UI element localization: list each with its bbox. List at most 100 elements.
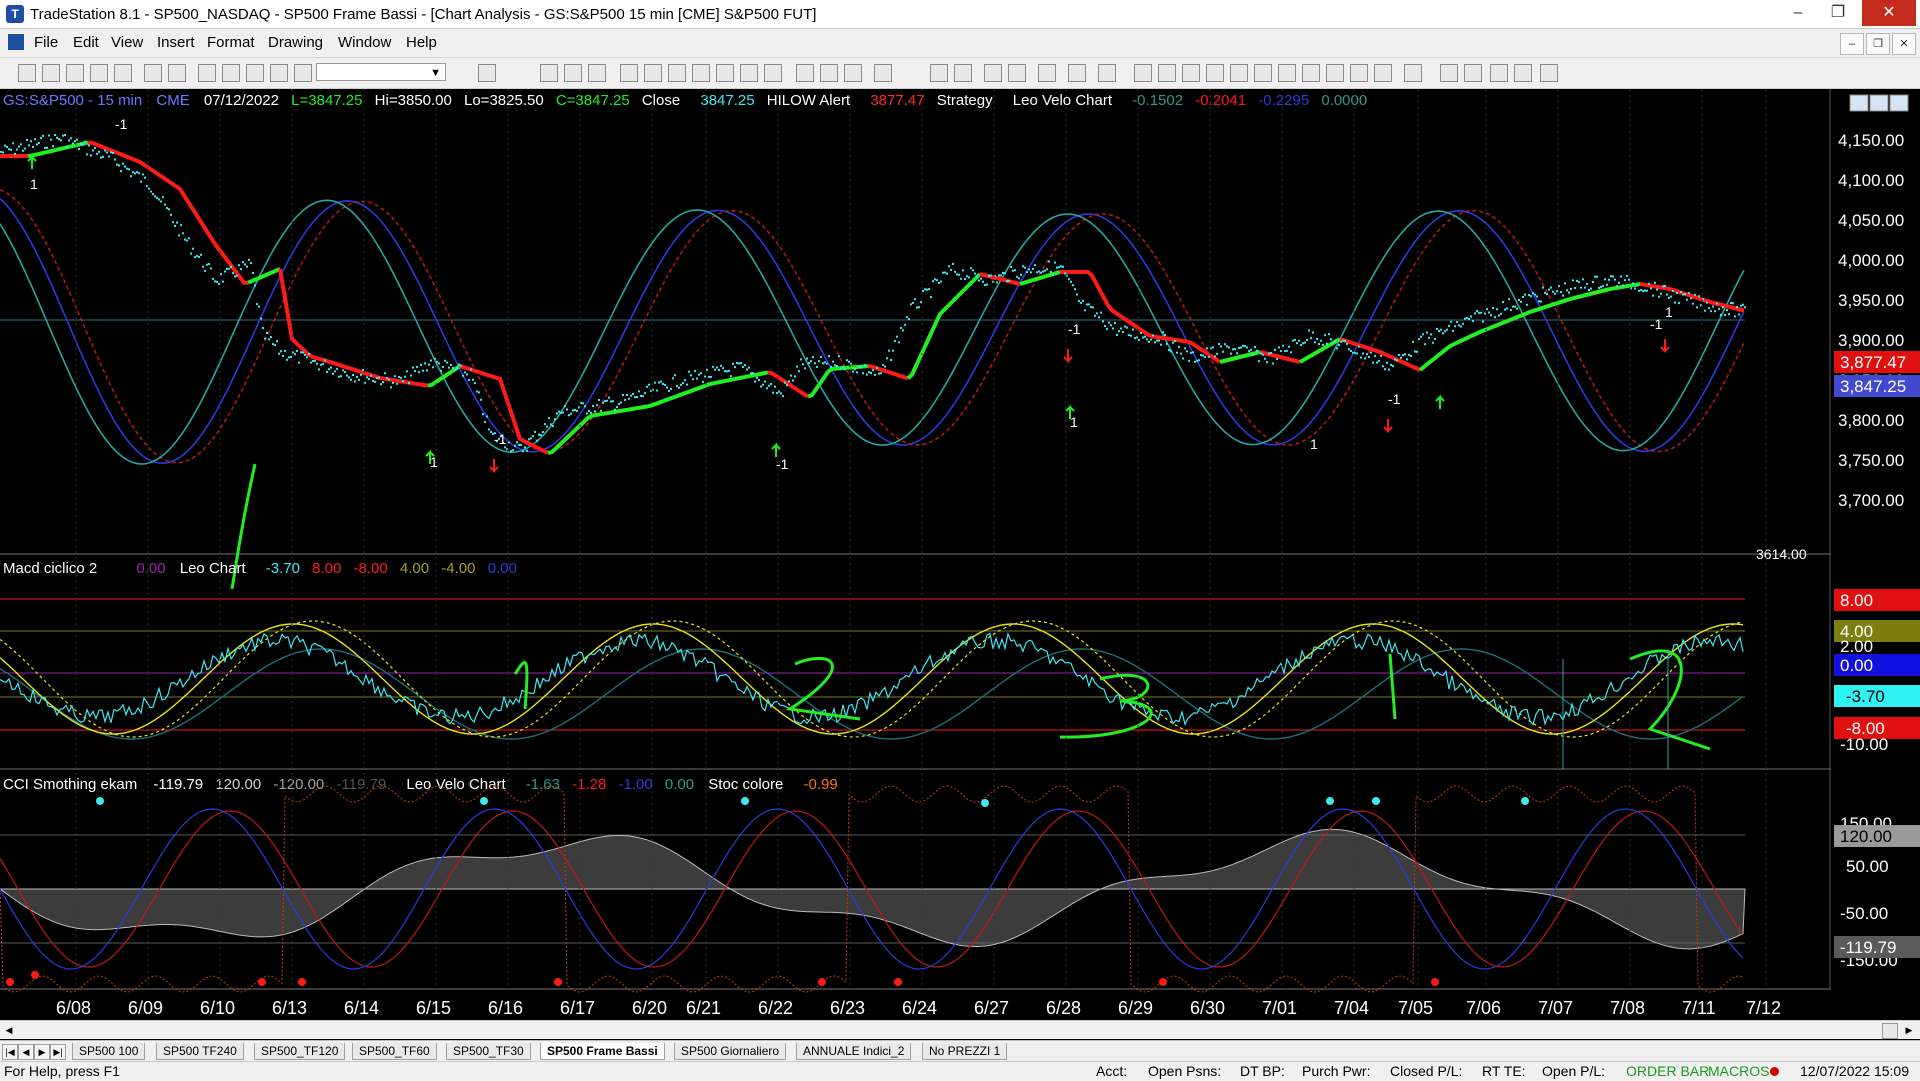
chart-window-icon[interactable] [8,34,24,50]
tab-next-icon[interactable]: ▶ [34,1044,50,1060]
tab-no-prezzi-1[interactable]: No PREZZI 1 [922,1043,1008,1060]
price-bar [78,148,80,150]
grid-icon[interactable] [246,64,264,82]
menu-window[interactable]: Window [338,34,391,51]
price-bar [550,423,552,426]
price-bar [812,356,814,359]
scroll-zoom-icon[interactable] [1882,1023,1898,1039]
tab-sp500-giornaliero[interactable]: SP500 Giornaliero [674,1043,787,1060]
bar-expand-icon[interactable] [844,64,862,82]
symbol-combo[interactable]: ▼ [316,63,446,81]
pen-icon[interactable] [1374,64,1392,82]
tab-sp500-100[interactable]: SP500 100 [72,1043,146,1060]
tab-first-icon[interactable]: |◀ [2,1044,18,1060]
tab-sp500-tf120[interactable]: SP500_TF120 [254,1043,346,1060]
drawing-object-icon[interactable] [1098,64,1116,82]
price-bar [676,385,678,388]
panel-restore-button[interactable] [1869,94,1889,112]
menu-edit[interactable]: Edit [73,34,99,51]
freehand-icon[interactable] [1404,64,1422,82]
minimize-button[interactable]: – [1778,0,1818,26]
insert-showme-icon[interactable] [764,64,782,82]
date-tick: 6/13 [272,998,307,1018]
tools-icon[interactable] [1038,64,1056,82]
pause-icon[interactable] [874,64,892,82]
price-bar [396,382,398,385]
matrix-icon[interactable] [588,64,606,82]
gann-fan-icon[interactable] [1278,64,1296,82]
bar-spacing-icon[interactable] [796,64,814,82]
symbol-lookup-icon[interactable] [478,64,496,82]
scroll-right-icon[interactable]: ▶ [1902,1023,1916,1037]
menu-drawing[interactable]: Drawing [268,34,323,51]
options-icon[interactable] [270,64,288,82]
tab-sp500-tf240[interactable]: SP500 TF240 [156,1043,244,1060]
menu-help[interactable]: Help [406,34,437,51]
macros-icon[interactable] [294,64,312,82]
fibonacci-icon[interactable] [1206,64,1224,82]
menu-format[interactable]: Format [207,34,255,51]
tab-last-icon[interactable]: ▶| [50,1044,66,1060]
doc-restore-button[interactable]: ❐ [1866,33,1890,55]
pointer-icon[interactable] [984,64,1002,82]
crosshair-icon[interactable] [1008,64,1026,82]
macros-button[interactable]: MACROS [1708,1063,1769,1079]
save-all-icon[interactable] [90,64,108,82]
zoom-in-icon[interactable] [930,64,948,82]
tab-sp500-frame-bassi[interactable]: SP500 Frame Bassi [540,1043,665,1060]
layout-icon[interactable] [222,64,240,82]
horizontal-line-icon[interactable] [1182,64,1200,82]
open-icon[interactable] [42,64,60,82]
print-preview-icon[interactable] [144,64,162,82]
trendline-icon[interactable] [1134,64,1152,82]
arrow-down-icon[interactable] [1464,64,1482,82]
cycle-lines-icon[interactable] [1350,64,1368,82]
insert-paintbar-icon[interactable] [740,64,758,82]
scroll-left-icon[interactable]: ◀ [2,1023,16,1037]
arc-icon[interactable] [1326,64,1344,82]
speedline-icon[interactable] [1254,64,1272,82]
radar-screen-icon[interactable] [564,64,582,82]
window-icon[interactable] [198,64,216,82]
rectangle-icon[interactable] [1514,64,1532,82]
arrow-up-icon[interactable] [1440,64,1458,82]
chart-analysis-icon[interactable] [540,64,558,82]
save-icon[interactable] [66,64,84,82]
tab-annuale-indici-2[interactable]: ANNUALE Indici_2 [796,1043,912,1060]
vertical-line-icon[interactable] [1158,64,1176,82]
panel-close-button[interactable] [1889,94,1909,112]
workspace-icon[interactable] [114,64,132,82]
insert-strategy-icon[interactable] [716,64,734,82]
ellipse-icon[interactable] [1490,64,1508,82]
line-chart-icon[interactable] [644,64,662,82]
insert-indicator-icon[interactable] [692,64,710,82]
data-window-icon[interactable] [1068,64,1086,82]
panel-minimize-button[interactable] [1849,94,1869,112]
menu-insert[interactable]: Insert [157,34,195,51]
menu-view[interactable]: View [111,34,143,51]
text-tool-icon[interactable] [1540,64,1558,82]
price-bar [1412,340,1414,343]
price-bar [1174,340,1176,343]
regression-channel-icon[interactable] [1302,64,1320,82]
doc-minimize-button[interactable]: – [1840,33,1864,55]
print-icon[interactable] [168,64,186,82]
chart-canvas[interactable]: GS:S&P500 - 15 min CME 07/12/2022 L=3847… [0,89,1920,1027]
new-icon[interactable] [18,64,36,82]
maximize-button[interactable]: ❐ [1818,0,1858,26]
price-bar [544,423,546,426]
andrews-pitchfork-icon[interactable] [1230,64,1248,82]
bar-compress-icon[interactable] [820,64,838,82]
format-icon[interactable] [668,64,686,82]
order-bar-button[interactable]: ORDER BAR [1626,1063,1709,1079]
menu-file[interactable]: File [34,34,58,51]
tab-sp500-tf60[interactable]: SP500_TF60 [352,1043,437,1060]
tab-prev-icon[interactable]: ◀ [18,1044,34,1060]
chart-horizontal-scrollbar[interactable]: ◀ ▶ [0,1020,1920,1039]
chart-analysis-window[interactable]: GS:S&P500 - 15 min CME 07/12/2022 L=3847… [0,89,1920,1027]
close-button[interactable]: ✕ [1862,0,1916,26]
bar-chart-icon[interactable] [620,64,638,82]
zoom-out-icon[interactable] [954,64,972,82]
doc-close-button[interactable]: ✕ [1892,33,1916,55]
tab-sp500-tf30[interactable]: SP500_TF30 [446,1043,531,1060]
